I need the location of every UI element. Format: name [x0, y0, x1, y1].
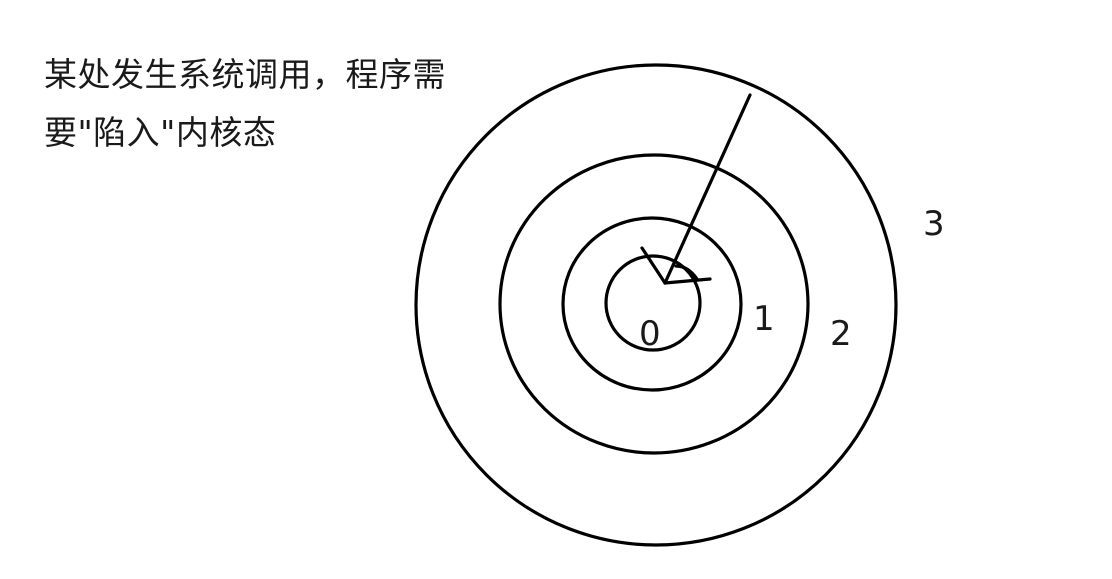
- ring-1: [561, 216, 743, 392]
- trap-arrow-head-left: [640, 246, 667, 285]
- trap-arrow-angle-arc: [674, 264, 699, 281]
- ring-3-outer: [414, 63, 898, 547]
- ring-label-0: 0: [639, 314, 661, 354]
- ring-label-1: 1: [753, 299, 775, 339]
- ring-label-3: 3: [923, 204, 945, 244]
- protection-rings-diagram: 0 1 2 3: [414, 63, 945, 547]
- trap-arrow-head-right: [663, 277, 712, 285]
- trap-arrow-shaft: [663, 93, 752, 285]
- ring-label-2: 2: [830, 314, 852, 354]
